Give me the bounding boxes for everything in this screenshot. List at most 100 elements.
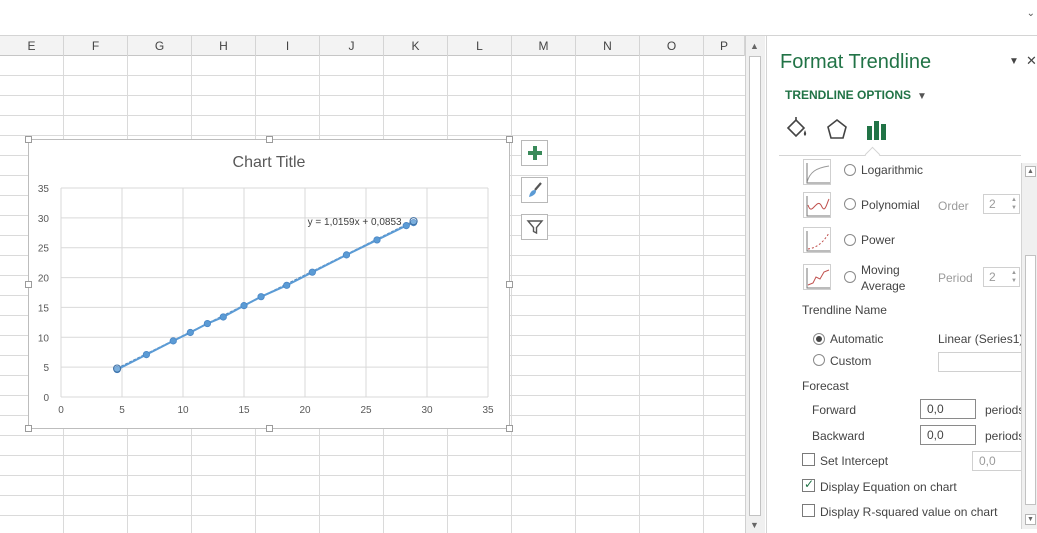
order-label: Order	[938, 199, 969, 213]
custom-name-radio[interactable]	[813, 354, 825, 366]
data-point	[219, 313, 227, 321]
column-header-m[interactable]: M	[512, 36, 576, 56]
order-value: 2	[989, 197, 996, 211]
close-icon[interactable]: ✕	[1026, 53, 1037, 69]
x-tick-label: 10	[177, 405, 189, 416]
forecast-heading: Forecast	[802, 379, 849, 393]
forward-periods-input[interactable]: 0,0	[920, 399, 976, 419]
scrollbar-thumb[interactable]	[749, 56, 761, 516]
trendline-options-bars-icon[interactable]	[863, 116, 891, 144]
plus-icon	[527, 146, 542, 160]
power-label[interactable]: Power	[861, 233, 895, 247]
display-equation-label[interactable]: Display Equation on chart	[820, 480, 957, 494]
column-header-p[interactable]: P	[704, 36, 745, 56]
chart-styles-button[interactable]	[521, 177, 548, 203]
period-value: 2	[989, 270, 996, 284]
pane-scrollbar-thumb[interactable]	[1025, 255, 1036, 505]
column-header-o[interactable]: O	[640, 36, 704, 56]
moving-average-trendline-icon	[803, 264, 831, 290]
column-header-i[interactable]: I	[256, 36, 320, 56]
plot-area[interactable]: 0 5 10 15 20 25 30 35 0 5 10 15 20 25 30 35 y = 1,0159x …	[29, 140, 511, 430]
forward-unit: periods	[985, 403, 1025, 417]
column-header-h[interactable]: H	[192, 36, 256, 56]
display-equation-checkbox[interactable]: ✓	[802, 477, 815, 492]
data-point	[373, 236, 381, 244]
moving-average-label-line1[interactable]: Moving	[861, 263, 900, 277]
backward-label: Backward	[812, 429, 865, 443]
y-tick-label: 20	[38, 274, 50, 285]
data-point	[142, 351, 151, 359]
pane-scroll-up-icon[interactable]: ▲	[1025, 166, 1036, 177]
x-tick-label: 25	[360, 405, 372, 416]
polynomial-label[interactable]: Polynomial	[861, 198, 920, 212]
column-header-n[interactable]: N	[576, 36, 640, 56]
sheet-vertical-scrollbar[interactable]: ▲ ▼	[745, 36, 765, 533]
x-tick-label: 30	[421, 405, 433, 416]
logarithmic-label[interactable]: Logarithmic	[861, 163, 923, 177]
funnel-icon	[525, 220, 544, 235]
x-tick-label: 15	[238, 405, 250, 416]
polynomial-radio[interactable]	[844, 198, 856, 210]
y-tick-label: 5	[43, 363, 49, 374]
moving-average-label-line2[interactable]: Average	[861, 279, 905, 293]
intercept-value-input[interactable]: 0,0	[972, 451, 1022, 471]
formula-strip: ⌄	[0, 0, 1037, 36]
effects-pentagon-icon[interactable]	[823, 116, 851, 144]
y-tick-label: 15	[38, 303, 50, 314]
column-header-g[interactable]: G	[128, 36, 192, 56]
data-point	[203, 319, 211, 328]
x-tick-label: 35	[482, 405, 494, 416]
paintbrush-icon	[528, 182, 542, 197]
pane-vertical-scrollbar[interactable]: ▲ ▼	[1021, 163, 1037, 529]
chart-elements-button[interactable]	[521, 140, 548, 166]
trendline-options-header[interactable]: TRENDLINE OPTIONS ▼	[785, 88, 927, 102]
moving-average-radio[interactable]	[844, 271, 856, 283]
display-rsquared-checkbox[interactable]	[802, 504, 815, 517]
data-point	[342, 251, 351, 259]
x-tick-label: 20	[299, 405, 311, 416]
custom-label[interactable]: Custom	[830, 354, 871, 368]
y-tick-label: 10	[38, 333, 50, 344]
automatic-label[interactable]: Automatic	[830, 332, 883, 346]
power-trendline-icon	[803, 227, 831, 253]
set-intercept-label[interactable]: Set Intercept	[820, 454, 888, 468]
pane-scroll-down-icon[interactable]: ▼	[1025, 514, 1036, 525]
logarithmic-radio[interactable]	[844, 164, 856, 176]
chart-filters-button[interactable]	[521, 214, 548, 240]
backward-unit: periods	[985, 429, 1025, 443]
section-label: TRENDLINE OPTIONS	[785, 88, 912, 102]
display-rsquared-label[interactable]: Display R-squared value on chart	[820, 505, 997, 519]
worksheet-grid[interactable]: E F G H I J K L M N O P Chart Title 0 5 …	[0, 36, 745, 533]
power-radio[interactable]	[844, 234, 856, 246]
custom-name-field[interactable]	[938, 352, 1022, 372]
polynomial-trendline-icon	[803, 192, 831, 218]
fill-line-bucket-icon[interactable]	[783, 116, 811, 144]
automatic-name-value: Linear (Series1)	[938, 332, 1024, 346]
expand-formula-bar-icon[interactable]: ⌄	[1027, 8, 1035, 19]
order-stepper: 2 ▲ ▼	[983, 194, 1020, 214]
trendline-equation-label[interactable]: y = 1,0159x + 0,0853	[308, 217, 402, 228]
column-header-k[interactable]: K	[384, 36, 448, 56]
pane-options-dropdown-icon[interactable]: ▼	[1009, 56, 1019, 67]
set-intercept-checkbox[interactable]	[802, 453, 815, 466]
excel-window: ⌄ E F G H I J K L M N O P Chart Title 0 …	[0, 0, 1037, 533]
column-header-j[interactable]: J	[320, 36, 384, 56]
scroll-down-arrow-icon[interactable]: ▼	[750, 520, 759, 530]
series-line	[116, 221, 414, 371]
scroll-up-arrow-icon[interactable]: ▲	[750, 41, 759, 51]
trendline-name-heading: Trendline Name	[802, 303, 887, 317]
data-point	[186, 328, 194, 337]
pane-title: Format Trendline	[780, 51, 932, 73]
checkmark-icon: ✓	[804, 477, 815, 491]
y-tick-label: 30	[38, 214, 50, 225]
logarithmic-trendline-icon	[803, 159, 831, 185]
column-header-e[interactable]: E	[0, 36, 64, 56]
column-header-f[interactable]: F	[64, 36, 128, 56]
forward-label: Forward	[812, 403, 857, 417]
tab-divider	[779, 146, 1021, 163]
automatic-name-radio[interactable]	[813, 333, 825, 345]
column-header-l[interactable]: L	[448, 36, 512, 56]
data-point	[402, 222, 410, 230]
scatter-chart[interactable]: Chart Title 0 5 10 15 20 25 30 35 0 5 10 15 20 25 30 35…	[25, 136, 513, 432]
backward-periods-input[interactable]: 0,0	[920, 425, 976, 445]
